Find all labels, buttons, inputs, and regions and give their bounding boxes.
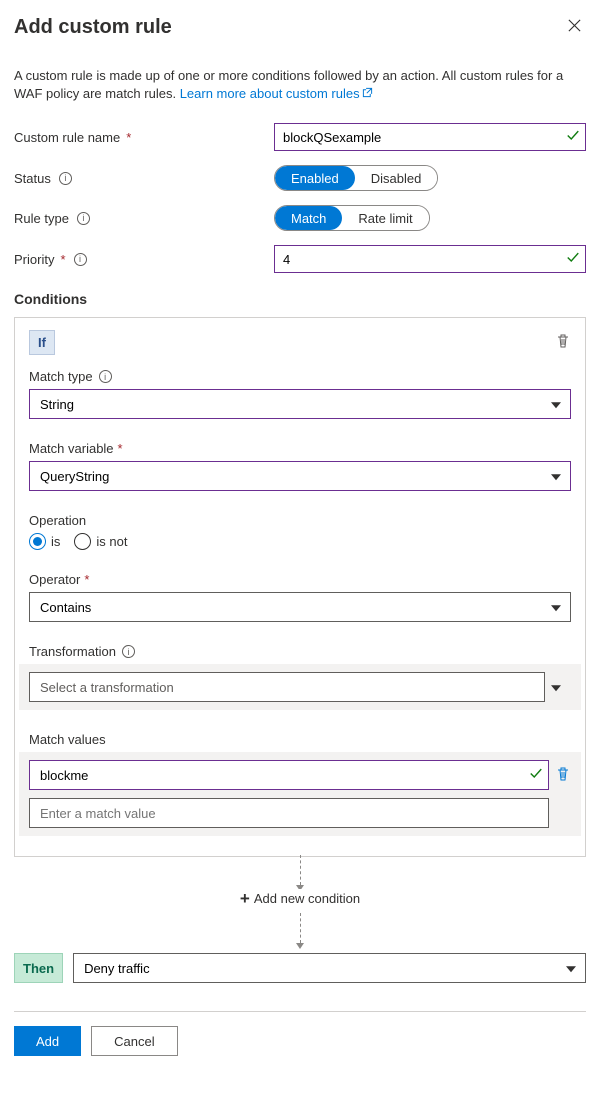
delete-condition-icon[interactable] xyxy=(555,333,571,352)
add-condition-button[interactable]: +Add new condition xyxy=(240,891,360,906)
match-variable-label: Match variable* xyxy=(29,441,571,456)
connector-line xyxy=(14,915,586,949)
radio-unchecked-icon xyxy=(74,533,91,550)
transformation-select[interactable] xyxy=(29,672,545,702)
match-value-input[interactable] xyxy=(29,760,549,790)
panel-title: Add custom rule xyxy=(14,16,172,39)
info-icon[interactable]: i xyxy=(99,370,112,383)
learn-more-link[interactable]: Learn more about custom rules xyxy=(180,86,373,101)
operation-is-radio[interactable]: is xyxy=(29,533,60,550)
plus-icon: + xyxy=(240,889,250,908)
match-variable-select[interactable] xyxy=(29,461,571,491)
info-icon[interactable]: i xyxy=(122,645,135,658)
status-toggle[interactable]: Enabled Disabled xyxy=(274,165,438,191)
rule-type-toggle[interactable]: Match Rate limit xyxy=(274,205,430,231)
info-icon[interactable]: i xyxy=(74,253,87,266)
delete-value-icon[interactable] xyxy=(555,766,571,785)
connector-line xyxy=(14,857,586,891)
operator-select[interactable] xyxy=(29,592,571,622)
check-icon xyxy=(566,251,580,268)
name-label: Custom rule name* xyxy=(14,130,274,145)
match-value-new-input[interactable] xyxy=(29,798,549,828)
external-link-icon xyxy=(362,85,373,103)
status-label: Status i xyxy=(14,171,274,186)
info-icon[interactable]: i xyxy=(59,172,72,185)
cancel-button[interactable]: Cancel xyxy=(91,1026,177,1056)
rule-type-rate[interactable]: Rate limit xyxy=(342,206,428,230)
conditions-header: Conditions xyxy=(14,291,586,307)
status-disabled[interactable]: Disabled xyxy=(355,166,438,190)
then-action-select[interactable] xyxy=(73,953,586,983)
operator-label: Operator* xyxy=(29,572,571,587)
radio-checked-icon xyxy=(29,533,46,550)
match-values-label: Match values xyxy=(29,732,571,747)
check-icon xyxy=(566,129,580,146)
then-badge: Then xyxy=(14,953,63,983)
rule-type-match[interactable]: Match xyxy=(275,206,342,230)
check-icon xyxy=(529,767,543,784)
conditions-box: If Match type i Match variable* Operatio… xyxy=(14,317,586,857)
rule-type-label: Rule type i xyxy=(14,211,274,226)
match-type-select[interactable] xyxy=(29,389,571,419)
operation-label: Operation xyxy=(29,513,571,528)
priority-input[interactable] xyxy=(274,245,586,273)
intro-text: A custom rule is made up of one or more … xyxy=(14,67,586,103)
match-type-label: Match type i xyxy=(29,369,571,384)
custom-rule-name-input[interactable] xyxy=(274,123,586,151)
status-enabled[interactable]: Enabled xyxy=(275,166,355,190)
close-icon[interactable] xyxy=(563,16,586,39)
transformation-label: Transformation i xyxy=(29,644,571,659)
add-button[interactable]: Add xyxy=(14,1026,81,1056)
if-badge: If xyxy=(29,330,55,355)
operation-isnot-radio[interactable]: is not xyxy=(74,533,127,550)
priority-label: Priority* i xyxy=(14,252,274,267)
info-icon[interactable]: i xyxy=(77,212,90,225)
